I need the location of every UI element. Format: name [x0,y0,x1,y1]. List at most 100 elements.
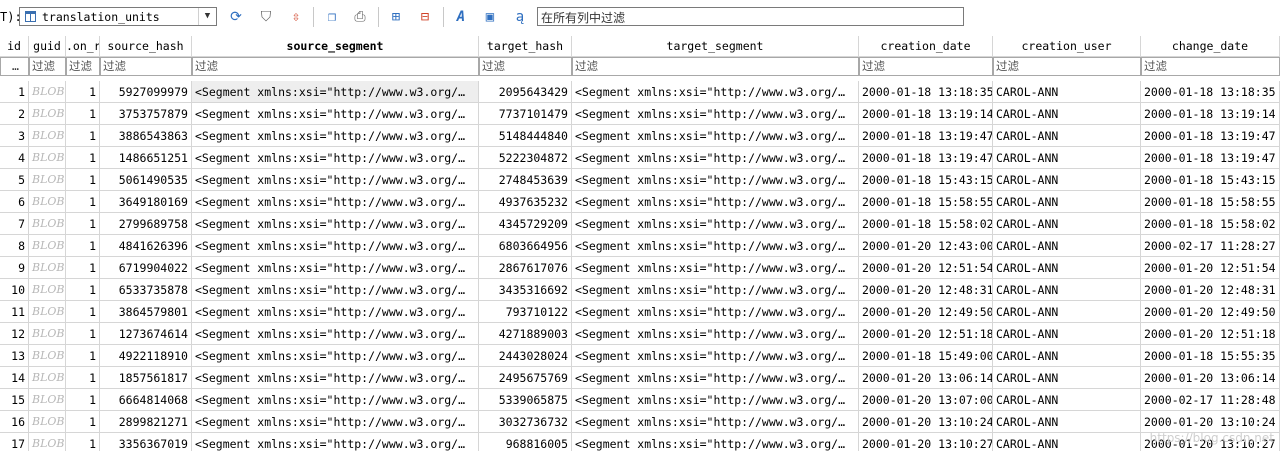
cell-source-hash[interactable]: 3886543863 [100,125,192,147]
cell-creation-user[interactable]: CAROL-ANN [993,433,1141,451]
cell-source-hash[interactable]: 1273674614 [100,323,192,345]
cell-target-hash[interactable]: 968816005 [479,433,572,451]
cell-target-segment[interactable]: <Segment xmlns:xsi="http://www.w3.org/… [572,103,859,125]
filter-cell-target-hash[interactable]: 过滤 [479,57,572,76]
cell-target-hash[interactable]: 2095643429 [479,81,572,103]
cell-creation-user[interactable]: CAROL-ANN [993,389,1141,411]
cell-id[interactable]: 11 [0,301,29,323]
cell-creation-date[interactable]: 2000-01-18 15:58:02 [859,213,993,235]
cell-on-r[interactable]: 1 [66,411,100,433]
cell-change-date[interactable]: 2000-01-18 13:19:14 [1141,103,1280,125]
cell-source-segment[interactable]: <Segment xmlns:xsi="http://www.w3.org/… [192,235,479,257]
table-row[interactable]: 13 BLOB 1 4922118910 <Segment xmlns:xsi="htt… [0,345,1280,367]
cell-source-hash[interactable]: 1486651251 [100,147,192,169]
cell-target-hash[interactable]: 4937635232 [479,191,572,213]
cell-guid[interactable]: BLOB [29,81,66,103]
cell-creation-date[interactable]: 2000-01-20 12:51:54 [859,257,993,279]
cell-source-hash[interactable]: 6719904022 [100,257,192,279]
cell-change-date[interactable]: 2000-01-18 15:58:02 [1141,213,1280,235]
cell-creation-date[interactable]: 2000-01-20 13:10:24 [859,411,993,433]
cell-target-segment[interactable]: <Segment xmlns:xsi="http://www.w3.org/… [572,433,859,451]
cell-creation-date[interactable]: 2000-01-20 12:43:00 [859,235,993,257]
cell-change-date[interactable]: 2000-01-20 13:06:14 [1141,367,1280,389]
cell-target-segment[interactable]: <Segment xmlns:xsi="http://www.w3.org/… [572,301,859,323]
cell-target-segment[interactable]: <Segment xmlns:xsi="http://www.w3.org/… [572,367,859,389]
cell-creation-user[interactable]: CAROL-ANN [993,235,1141,257]
table-row[interactable]: 9 BLOB 1 6719904022 <Segment xmlns:xsi="http… [0,257,1280,279]
cell-id[interactable]: 14 [0,367,29,389]
cell-on-r[interactable]: 1 [66,147,100,169]
column-header-on-r[interactable]: .on_r [66,36,100,57]
cell-id[interactable]: 3 [0,125,29,147]
cell-guid[interactable]: BLOB [29,345,66,367]
cell-id[interactable]: 1 [0,81,29,103]
cell-on-r[interactable]: 1 [66,235,100,257]
cell-source-hash[interactable]: 2899821271 [100,411,192,433]
cell-creation-user[interactable]: CAROL-ANN [993,191,1141,213]
cell-source-segment[interactable]: <Segment xmlns:xsi="http://www.w3.org/… [192,147,479,169]
cell-creation-date[interactable]: 2000-01-20 13:07:00 [859,389,993,411]
cell-source-hash[interactable]: 3864579801 [100,301,192,323]
cell-change-date[interactable]: 2000-01-18 15:58:55 [1141,191,1280,213]
cell-id[interactable]: 4 [0,147,29,169]
cell-on-r[interactable]: 1 [66,191,100,213]
cell-id[interactable]: 9 [0,257,29,279]
cell-on-r[interactable]: 1 [66,323,100,345]
cell-on-r[interactable]: 1 [66,103,100,125]
table-row[interactable]: 15 BLOB 1 6664814068 <Segment xmlns:xsi="htt… [0,389,1280,411]
cell-on-r[interactable]: 1 [66,125,100,147]
cell-change-date[interactable]: 2000-01-18 13:19:47 [1141,147,1280,169]
cell-on-r[interactable]: 1 [66,367,100,389]
cell-id[interactable]: 10 [0,279,29,301]
cell-creation-user[interactable]: CAROL-ANN [993,257,1141,279]
cell-source-segment[interactable]: <Segment xmlns:xsi="http://www.w3.org/… [192,345,479,367]
table-row[interactable]: 5 BLOB 1 5061490535 <Segment xmlns:xsi="http… [0,169,1280,191]
cell-target-hash[interactable]: 2443028024 [479,345,572,367]
cell-source-hash[interactable]: 4841626396 [100,235,192,257]
table-row[interactable]: 6 BLOB 1 3649180169 <Segment xmlns:xsi="http… [0,191,1280,213]
table-select[interactable]: translation_units ▼ [19,7,217,26]
cell-guid[interactable]: BLOB [29,235,66,257]
cell-id[interactable]: 16 [0,411,29,433]
table-row[interactable]: 17 BLOB 1 3356367019 <Segment xmlns:xsi="htt… [0,433,1280,451]
cell-creation-date[interactable]: 2000-01-20 12:49:50 [859,301,993,323]
cell-source-hash[interactable]: 4922118910 [100,345,192,367]
cell-id[interactable]: 5 [0,169,29,191]
cell-creation-date[interactable]: 2000-01-20 13:10:27 [859,433,993,451]
cell-target-hash[interactable]: 7737101479 [479,103,572,125]
cell-guid[interactable]: BLOB [29,279,66,301]
table-row[interactable]: 7 BLOB 1 2799689758 <Segment xmlns:xsi="http… [0,213,1280,235]
cell-creation-user[interactable]: CAROL-ANN [993,103,1141,125]
cell-creation-date[interactable]: 2000-01-18 15:43:15 [859,169,993,191]
cell-target-segment[interactable]: <Segment xmlns:xsi="http://www.w3.org/… [572,345,859,367]
cell-source-hash[interactable]: 3753757879 [100,103,192,125]
cell-id[interactable]: 17 [0,433,29,451]
cell-change-date[interactable]: 2000-01-20 12:51:18 [1141,323,1280,345]
cell-source-segment[interactable]: <Segment xmlns:xsi="http://www.w3.org/… [192,433,479,451]
cell-source-segment[interactable]: <Segment xmlns:xsi="http://www.w3.org/… [192,103,479,125]
column-header-creation-user[interactable]: creation_user [993,36,1141,57]
cell-source-segment[interactable]: <Segment xmlns:xsi="http://www.w3.org/… [192,257,479,279]
cell-guid[interactable]: BLOB [29,411,66,433]
cell-creation-date[interactable]: 2000-01-18 13:19:47 [859,125,993,147]
column-header-change-date[interactable]: change_date [1141,36,1280,57]
cell-change-date[interactable]: 2000-01-20 12:48:31 [1141,279,1280,301]
cell-source-hash[interactable]: 5061490535 [100,169,192,191]
column-header-guid[interactable]: guid [29,36,66,57]
cell-target-hash[interactable]: 5339065875 [479,389,572,411]
cell-change-date[interactable]: 2000-02-17 11:28:27 [1141,235,1280,257]
cell-id[interactable]: 6 [0,191,29,213]
table-row[interactable]: 12 BLOB 1 1273674614 <Segment xmlns:xsi="htt… [0,323,1280,345]
cell-target-segment[interactable]: <Segment xmlns:xsi="http://www.w3.org/… [572,169,859,191]
cell-guid[interactable]: BLOB [29,125,66,147]
cell-source-segment[interactable]: <Segment xmlns:xsi="http://www.w3.org/… [192,389,479,411]
table-row[interactable]: 2 BLOB 1 3753757879 <Segment xmlns:xsi="http… [0,103,1280,125]
cell-source-hash[interactable]: 5927099979 [100,81,192,103]
cell-on-r[interactable]: 1 [66,213,100,235]
cell-change-date[interactable]: 2000-01-20 13:10:24 [1141,411,1280,433]
cell-source-hash[interactable]: 6533735878 [100,279,192,301]
cell-on-r[interactable]: 1 [66,169,100,191]
cell-source-hash[interactable]: 3649180169 [100,191,192,213]
cell-source-segment[interactable]: <Segment xmlns:xsi="http://www.w3.org/… [192,323,479,345]
delete-row-icon[interactable]: ⊟ [415,7,435,27]
